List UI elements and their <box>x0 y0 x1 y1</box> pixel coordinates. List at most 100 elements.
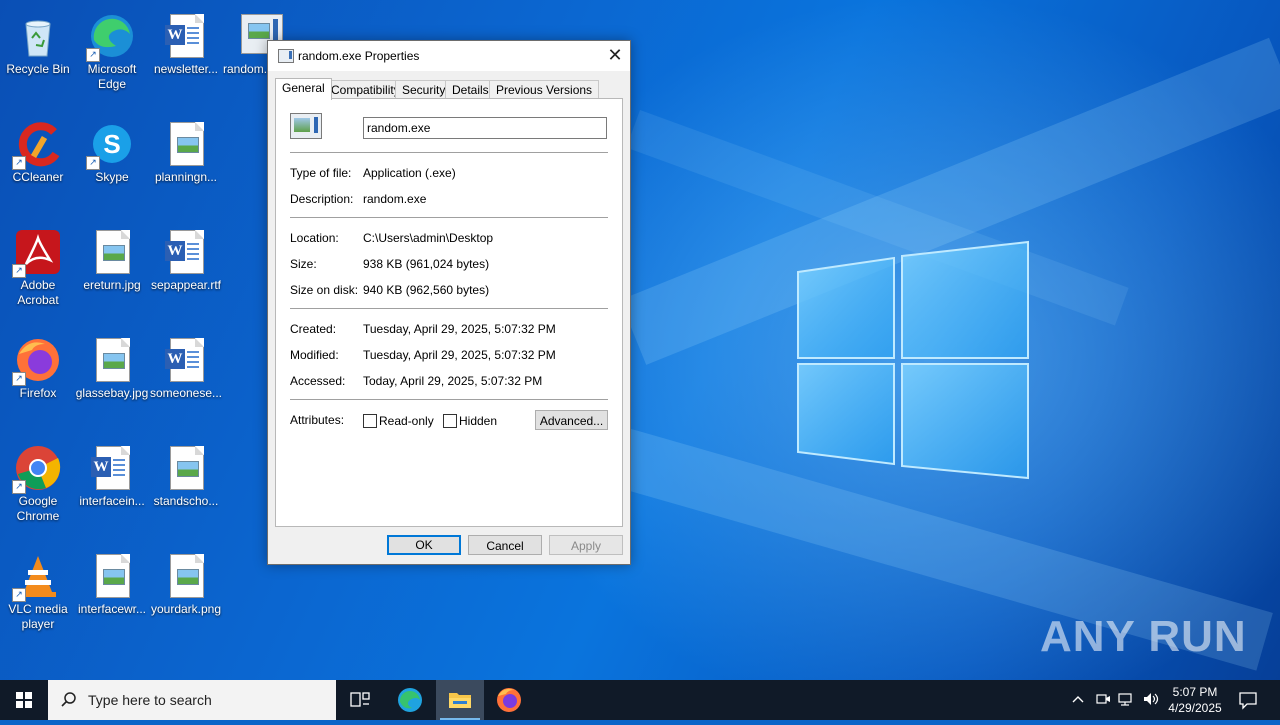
desktop-icon-label: planningn... <box>154 170 218 184</box>
notifications-icon[interactable] <box>1238 690 1258 713</box>
advanced-button[interactable]: Advanced... <box>535 410 608 430</box>
general-panel: Type of file: Application (.exe) Descrip… <box>275 98 623 527</box>
desktop-icon-word[interactable]: Wnewsletter... <box>148 8 224 77</box>
image-icon <box>88 228 136 276</box>
close-icon[interactable]: ✕ <box>600 41 630 71</box>
size-label: Size: <box>290 257 317 271</box>
desktop-icon-label: Skype <box>95 170 129 184</box>
desktop-icon-label: VLC media player <box>8 602 68 631</box>
edge-icon <box>398 688 422 712</box>
shortcut-arrow-icon: ↗ <box>12 156 26 170</box>
size-on-disk-value: 940 KB (962,560 bytes) <box>363 283 490 297</box>
task-view-button[interactable] <box>336 680 384 720</box>
desktop-icon-image[interactable]: glassebay.jpg <box>74 332 150 401</box>
chrome-icon: ↗ <box>12 444 62 494</box>
desktop-icon-image[interactable]: standscho... <box>148 440 224 509</box>
shortcut-arrow-icon: ↗ <box>86 156 100 170</box>
tab-security[interactable]: Security <box>395 80 453 99</box>
apply-button[interactable]: Apply <box>549 535 623 555</box>
filename-field[interactable] <box>363 117 607 139</box>
desktop-icon-label: interfacein... <box>79 494 145 508</box>
volume-icon[interactable] <box>1142 691 1160 710</box>
tab-general[interactable]: General <box>275 78 332 100</box>
show-hidden-icons-chevron-icon[interactable] <box>1071 692 1085 709</box>
description-label: Description: <box>290 192 354 206</box>
desktop-icon-ccleaner[interactable]: ↗ CCleaner <box>0 116 76 185</box>
windows-logo-wallpaper <box>797 240 1029 480</box>
modified-value: Tuesday, April 29, 2025, 5:07:32 PM <box>363 348 556 362</box>
desktop-icon-recycle[interactable]: Recycle Bin <box>0 8 76 77</box>
shortcut-arrow-icon: ↗ <box>12 480 26 494</box>
taskbar-edge[interactable] <box>386 680 434 720</box>
word-icon: W <box>162 336 210 384</box>
image-icon <box>162 444 210 492</box>
desktop-icon-label: someonese... <box>149 386 223 400</box>
anyrun-watermark: ANY RUN <box>1040 612 1247 661</box>
desktop-icon-skype[interactable]: S ↗ Skype <box>74 116 150 185</box>
desktop-icon-label: Google Chrome <box>16 494 60 523</box>
word-icon: W <box>162 228 210 276</box>
desktop-icon-image[interactable]: ereturn.jpg <box>74 224 150 293</box>
task-view-icon <box>350 692 370 707</box>
dialog-titlebar[interactable]: random.exe Properties ✕ <box>268 41 630 71</box>
taskbar-file-explorer[interactable] <box>436 680 484 720</box>
desktop-icon-word[interactable]: Wsomeonese... <box>148 332 224 401</box>
description-value: random.exe <box>363 192 427 206</box>
divider <box>290 399 608 400</box>
ok-button[interactable]: OK <box>387 535 461 555</box>
desktop-icon-word[interactable]: Winterfacein... <box>74 440 150 509</box>
desktop-icon-image[interactable]: interfacewr... <box>74 548 150 617</box>
hidden-checkbox[interactable] <box>443 414 457 428</box>
acrobat-icon: ↗ <box>12 228 62 278</box>
readonly-checkbox[interactable] <box>363 414 377 428</box>
size-on-disk-label: Size on disk: <box>290 283 359 297</box>
modified-label: Modified: <box>290 348 339 362</box>
network-icon[interactable] <box>1118 691 1136 710</box>
dialog-title: random.exe Properties <box>298 49 420 63</box>
tab-previous-versions[interactable]: Previous Versions <box>489 80 600 99</box>
readonly-label[interactable]: Read-only <box>379 414 434 428</box>
edge-icon: ↗ <box>86 12 136 62</box>
shortcut-arrow-icon: ↗ <box>12 264 26 278</box>
desktop-icon-label: ereturn.jpg <box>83 278 141 292</box>
taskbar-search-box[interactable]: Type here to search <box>48 680 336 720</box>
clock-date: 4/29/2025 <box>1168 701 1222 715</box>
desktop-icon-word[interactable]: Wsepappear.rtf <box>148 224 224 293</box>
desktop-icon-label: Firefox <box>19 386 57 400</box>
desktop: ANY RUN Recycle Bin ↗ Microsoft Edge Wnewsl… <box>0 0 1280 680</box>
desktop-icon-label: Adobe Acrobat <box>17 278 59 307</box>
divider <box>290 308 608 309</box>
location-value: C:\Users\admin\Desktop <box>363 231 494 245</box>
image-icon <box>88 336 136 384</box>
created-value: Tuesday, April 29, 2025, 5:07:32 PM <box>363 322 556 336</box>
cancel-button[interactable]: Cancel <box>468 535 542 555</box>
folder-icon <box>449 693 471 708</box>
desktop-icon-label: Microsoft Edge <box>87 62 137 91</box>
desktop-icon-acrobat[interactable]: ↗ Adobe Acrobat <box>0 224 76 308</box>
desktop-icon-image[interactable]: yourdark.png <box>148 548 224 617</box>
meet-now-icon[interactable] <box>1095 691 1111 710</box>
shortcut-arrow-icon: ↗ <box>12 372 26 386</box>
search-placeholder: Type here to search <box>88 692 212 708</box>
desktop-icon-image[interactable]: planningn... <box>148 116 224 185</box>
desktop-icon-chrome[interactable]: ↗ Google Chrome <box>0 440 76 524</box>
desktop-icon-firefox[interactable]: ↗ Firefox <box>0 332 76 401</box>
word-icon: W <box>88 444 136 492</box>
exe-file-icon <box>290 113 322 139</box>
desktop-icon-label: CCleaner <box>12 170 64 184</box>
exe-file-icon <box>278 49 294 63</box>
shortcut-arrow-icon: ↗ <box>86 48 100 62</box>
desktop-icon-edge[interactable]: ↗ Microsoft Edge <box>74 8 150 92</box>
firefox-icon: ↗ <box>12 336 62 386</box>
desktop-icon-vlc[interactable]: ↗ VLC media player <box>0 548 76 632</box>
taskbar-clock[interactable]: 5:07 PM 4/29/2025 <box>1160 684 1230 716</box>
desktop-icon-label: yourdark.png <box>150 602 222 616</box>
taskbar-firefox[interactable] <box>485 680 533 720</box>
image-icon <box>162 120 210 168</box>
vlc-icon: ↗ <box>12 552 62 602</box>
image-icon <box>88 552 136 600</box>
hidden-label[interactable]: Hidden <box>459 414 497 428</box>
desktop-icon-label: glassebay.jpg <box>75 386 149 400</box>
type-label: Type of file: <box>290 166 352 180</box>
start-button[interactable] <box>0 680 48 720</box>
